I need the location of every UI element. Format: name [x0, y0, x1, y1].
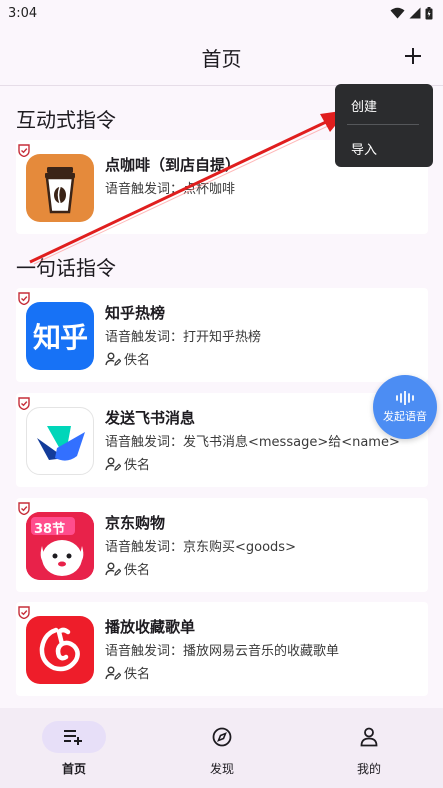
card-trigger: 语音触发词：发飞书消息<message>给<name> — [105, 435, 400, 450]
coffee-cup-icon — [26, 154, 94, 222]
voice-wave-icon — [396, 390, 414, 405]
section-title-one-sentence: 一句话指令 — [16, 256, 116, 280]
shield-check-icon — [18, 397, 30, 410]
zhihu-logo-text: 知乎 — [32, 321, 88, 354]
menu-divider — [347, 124, 419, 125]
card-title: 发送飞书消息 — [105, 409, 196, 427]
plus-icon — [405, 48, 421, 64]
menu-item-create[interactable]: 创建 — [351, 96, 377, 115]
shield-check-icon — [18, 606, 30, 619]
card-title: 京东购物 — [105, 514, 166, 532]
card-trigger: 语音触发词：点杯咖啡 — [105, 182, 236, 197]
card-author: 佚名 — [105, 663, 150, 682]
voice-button-label: 发起语音 — [383, 409, 427, 423]
zhihu-logo-icon: 知乎 — [26, 302, 94, 370]
jd-promo-text: 38节 — [34, 522, 66, 537]
nav-item-mine[interactable]: 我的 — [319, 708, 419, 788]
shield-check-icon — [18, 144, 30, 157]
person-edit-icon — [105, 457, 121, 471]
page-title: 首页 — [201, 47, 242, 71]
card-title: 点咖啡（到店自提） — [105, 156, 241, 174]
compass-icon — [212, 727, 232, 747]
nav-item-home[interactable]: 首页 — [24, 708, 124, 788]
voice-button[interactable]: 发起语音 — [373, 375, 437, 439]
shield-check-icon — [18, 292, 30, 305]
nav-pill — [190, 721, 254, 753]
person-icon — [360, 727, 378, 747]
bottom-nav: 首页 发现 我的 — [0, 708, 443, 788]
card-author: 佚名 — [105, 454, 150, 473]
person-edit-icon — [105, 352, 121, 366]
command-card-zhihu[interactable]: 知乎 知乎热榜 语音触发词：打开知乎热榜 佚名 — [16, 288, 428, 382]
command-card-jd[interactable]: 38节 京东购物 语音触发词：京东购买<goods> 佚名 — [16, 498, 428, 592]
nav-pill — [337, 721, 401, 753]
add-button[interactable] — [397, 40, 429, 72]
feishu-logo-icon — [26, 407, 94, 475]
netease-music-logo-icon — [26, 616, 94, 684]
card-author-name: 佚名 — [124, 458, 151, 473]
nav-active-pill — [42, 721, 106, 753]
status-time: 3:04 — [8, 5, 38, 21]
jd-logo-icon: 38节 — [26, 512, 94, 580]
status-bar: 3:04 — [0, 0, 443, 26]
status-icons — [390, 6, 433, 20]
wifi-icon — [390, 7, 405, 19]
card-author-name: 佚名 — [124, 353, 151, 368]
card-title: 知乎热榜 — [105, 304, 166, 322]
app-bar: 首页 — [0, 26, 443, 86]
card-author-name: 佚名 — [124, 667, 151, 682]
person-edit-icon — [105, 666, 121, 680]
card-trigger: 语音触发词：播放网易云音乐的收藏歌单 — [105, 644, 340, 659]
nav-label-discover: 发现 — [209, 762, 234, 776]
add-menu: 创建 导入 — [335, 84, 433, 167]
card-trigger: 语音触发词：打开知乎热榜 — [105, 330, 262, 345]
command-card-netease[interactable]: 播放收藏歌单 语音触发词：播放网易云音乐的收藏歌单 佚名 — [16, 602, 428, 696]
signal-icon — [409, 7, 421, 19]
menu-item-import[interactable]: 导入 — [351, 139, 377, 158]
section-title-interactive: 互动式指令 — [16, 108, 116, 132]
nav-label-home: 首页 — [61, 762, 86, 776]
card-title: 播放收藏歌单 — [105, 618, 196, 636]
nav-item-discover[interactable]: 发现 — [172, 708, 272, 788]
command-card-feishu[interactable]: 发送飞书消息 语音触发词：发飞书消息<message>给<name> 佚名 — [16, 393, 428, 487]
battery-icon — [425, 6, 433, 19]
card-author-name: 佚名 — [124, 563, 151, 578]
playlist-add-icon — [64, 730, 82, 745]
card-author: 佚名 — [105, 559, 150, 578]
person-edit-icon — [105, 562, 121, 576]
card-trigger: 语音触发词：京东购买<goods> — [105, 540, 296, 555]
nav-label-mine: 我的 — [356, 762, 381, 776]
card-author: 佚名 — [105, 349, 150, 368]
